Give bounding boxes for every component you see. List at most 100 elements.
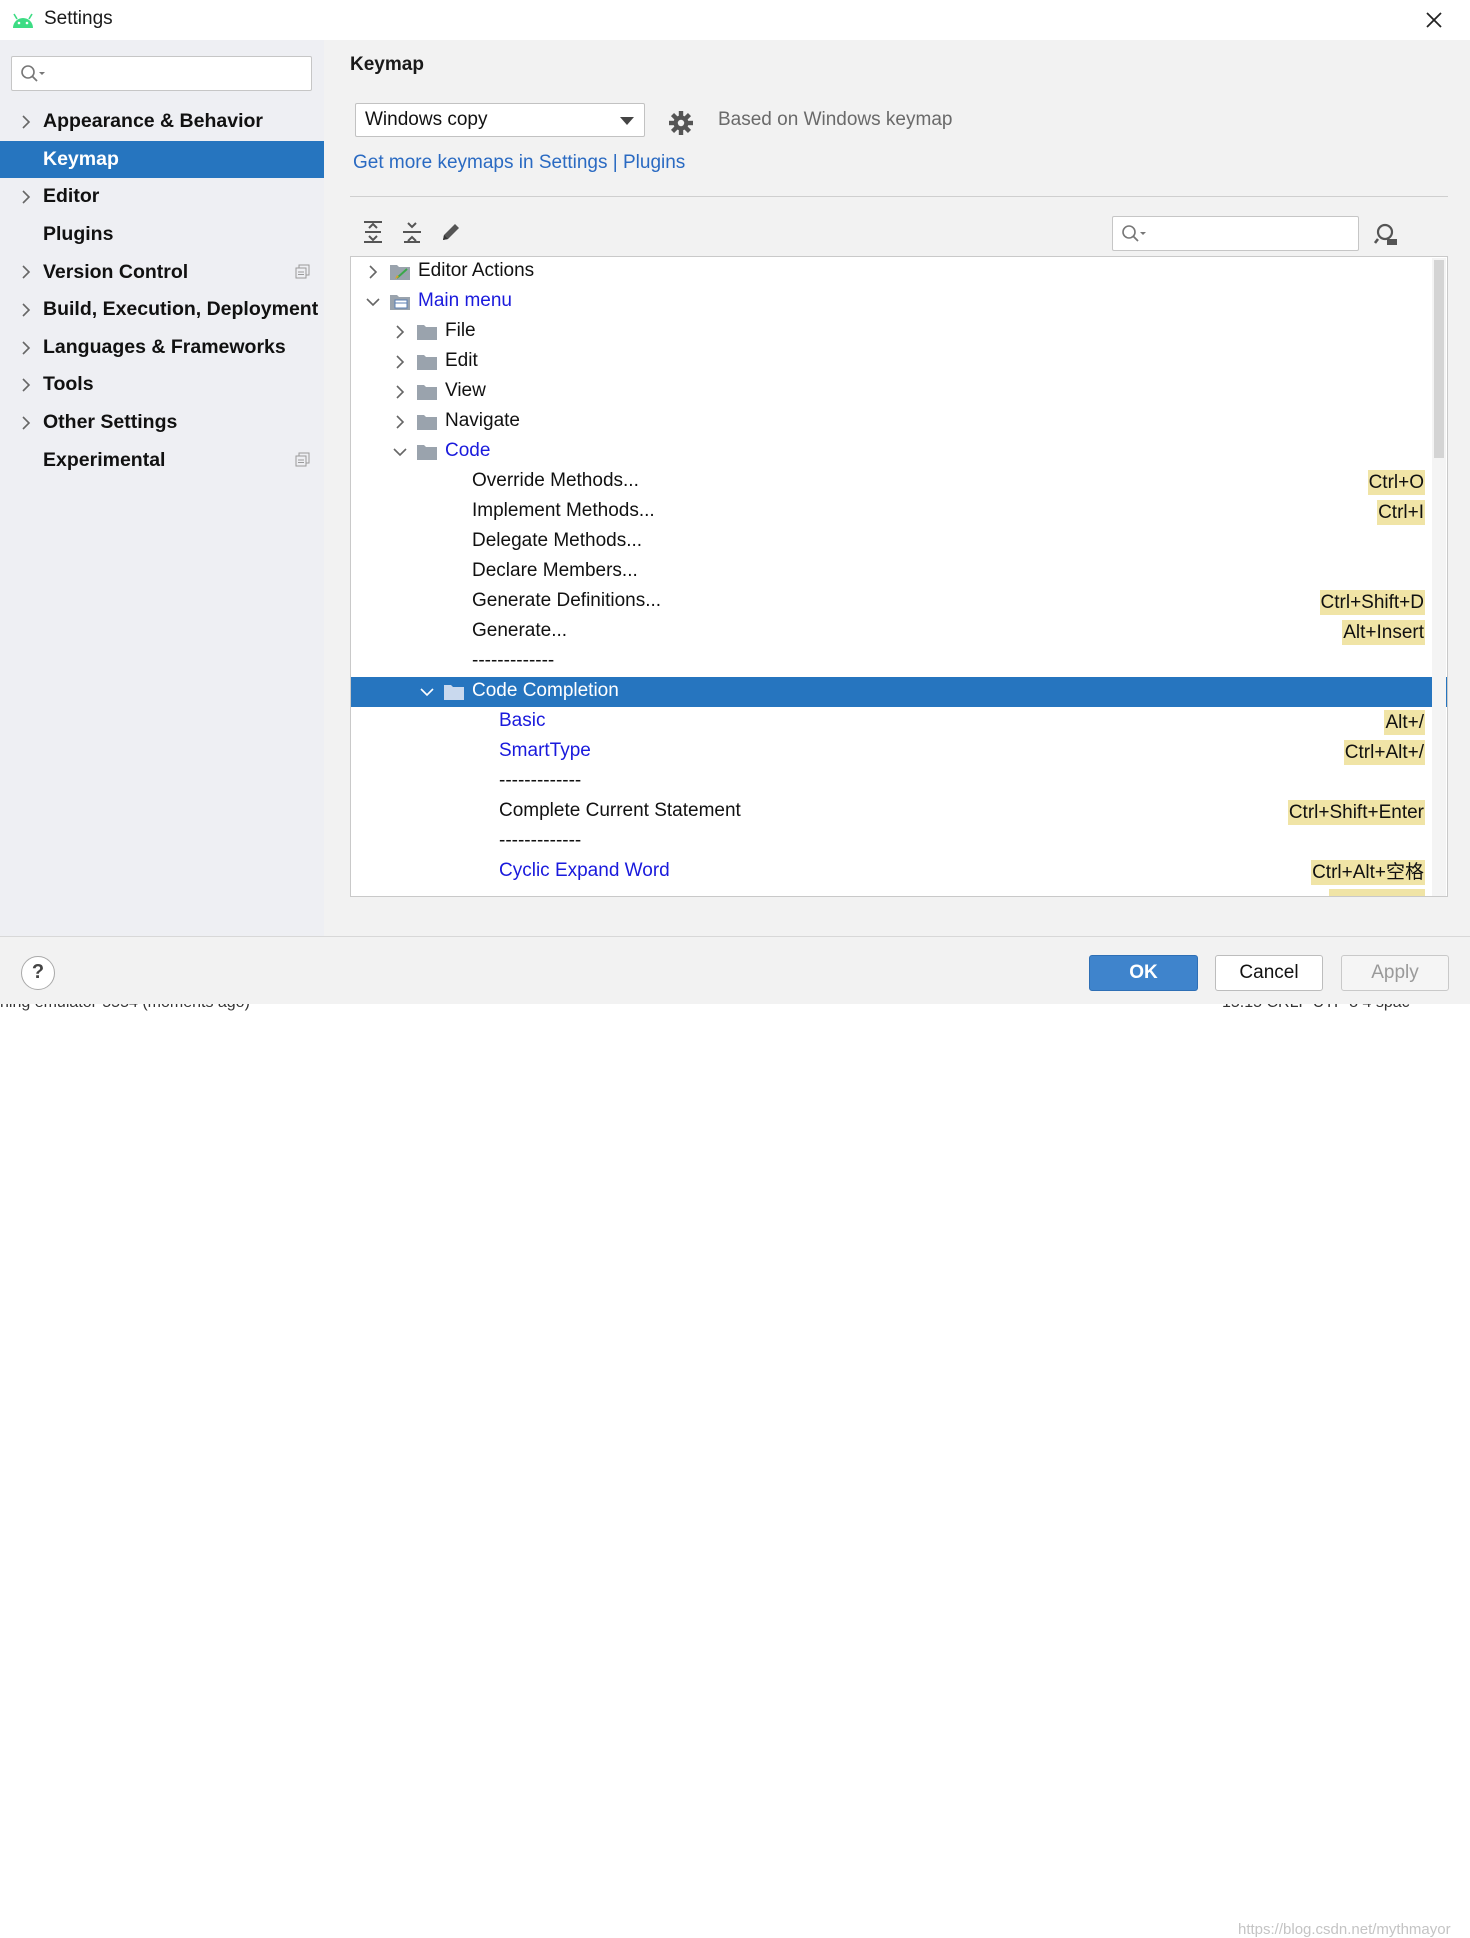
tree-row[interactable]: ------------- <box>351 647 1431 677</box>
tree-row-label: ------------- <box>472 650 555 671</box>
folder-icon <box>444 685 464 700</box>
window-title: Settings <box>44 8 113 29</box>
tree-row[interactable]: Main menu <box>351 287 1431 317</box>
tree-row[interactable]: Complete Current Statement Ctrl+Shift+Ent… <box>351 797 1431 827</box>
tree-row[interactable]: View <box>351 377 1431 407</box>
help-icon: ? <box>31 961 45 983</box>
ok-button[interactable]: OK <box>1089 955 1198 991</box>
tree-row[interactable]: Implement Methods... Ctrl+I <box>351 497 1431 527</box>
tree-row[interactable]: Navigate <box>351 407 1431 437</box>
sidebar-item[interactable]: Appearance & Behavior <box>0 103 324 141</box>
tree-row-label: Code Completion <box>472 680 619 701</box>
status-right-text: 15:15 CRLF UTF-8 4 spac <box>1222 1004 1410 1012</box>
settings-nav-tree: Appearance & Behavior Keymap Editor Plugins… <box>0 103 324 479</box>
edit-pencil-icon[interactable] <box>439 220 463 244</box>
apply-button[interactable]: Apply <box>1341 955 1449 991</box>
tree-row-label: Code <box>445 440 491 461</box>
tree-row[interactable]: Override Methods... Ctrl+O <box>351 467 1431 497</box>
folder-icon <box>417 445 437 460</box>
gear-icon[interactable] <box>668 110 694 136</box>
editor-actions-icon <box>390 265 410 280</box>
tree-row[interactable]: Cyclic Expand Word Ctrl+Alt+空格 <box>351 857 1431 887</box>
sidebar-item[interactable]: Experimental <box>0 441 324 479</box>
sidebar-item[interactable]: Other Settings <box>0 404 324 442</box>
tree-row[interactable]: ------------- <box>351 827 1431 857</box>
cancel-button[interactable]: Cancel <box>1215 955 1323 991</box>
scrollbar-thumb[interactable] <box>1434 260 1444 458</box>
get-more-keymaps-link[interactable]: Get more keymaps in Settings | Plugins <box>353 152 685 174</box>
chevron-right-icon[interactable] <box>392 384 408 400</box>
keymap-search-field[interactable] <box>1112 216 1359 251</box>
settings-search-field[interactable] <box>11 56 312 91</box>
folder-icon <box>417 385 437 400</box>
page-title: Keymap <box>350 54 424 75</box>
expand-all-icon[interactable] <box>361 220 385 244</box>
chevron-down-icon[interactable] <box>365 294 381 310</box>
tree-row[interactable]: Edit <box>351 347 1431 377</box>
sidebar-item[interactable]: Plugins <box>0 216 324 254</box>
shortcut-badge: Ctrl+Shift+D <box>1319 590 1425 615</box>
chevron-right-icon[interactable] <box>18 415 34 431</box>
chevron-down-icon[interactable] <box>419 684 435 700</box>
chevron-down-icon[interactable] <box>392 444 408 460</box>
title-bar: Settings <box>0 0 1470 40</box>
sidebar-item-label: Keymap <box>43 147 119 170</box>
tree-row[interactable]: Editor Actions <box>351 257 1431 287</box>
tree-row[interactable]: SmartType Ctrl+Alt+/ <box>351 737 1431 767</box>
settings-sidebar: Appearance & Behavior Keymap Editor Plugins… <box>0 40 324 936</box>
collapse-all-icon[interactable] <box>400 220 424 244</box>
tree-row-label: Main menu <box>418 290 512 311</box>
folder-icon <box>417 355 437 370</box>
tree-row-label: Basic <box>499 710 546 731</box>
chevron-right-icon[interactable] <box>18 114 34 130</box>
shortcut-badge: Ctrl+Shift+Enter <box>1287 800 1425 825</box>
tree-vertical-scrollbar[interactable] <box>1432 258 1446 896</box>
chevron-right-icon[interactable] <box>18 302 34 318</box>
settings-search-input[interactable] <box>52 61 302 87</box>
tree-row[interactable]: Code <box>351 437 1431 467</box>
watermark: https://blog.csdn.net/mythmayor <box>1238 1921 1451 1938</box>
tree-row-label: Delegate Methods... <box>472 530 643 551</box>
search-icon <box>1122 225 1146 242</box>
chevron-right-icon[interactable] <box>18 264 34 280</box>
chevron-right-icon[interactable] <box>18 377 34 393</box>
tree-row[interactable]: Generate... Alt+Insert <box>351 617 1431 647</box>
tree-row-label: Declare Members... <box>472 560 638 581</box>
chevron-right-icon[interactable] <box>392 354 408 370</box>
help-button[interactable]: ? <box>21 956 55 990</box>
sidebar-item[interactable]: Version Control <box>0 253 324 291</box>
folder-icon <box>417 415 437 430</box>
sidebar-item[interactable]: Keymap <box>0 140 324 179</box>
tree-row-label: View <box>445 380 486 401</box>
main-menu-icon <box>390 295 410 310</box>
sidebar-item[interactable]: Tools <box>0 366 324 404</box>
tree-row[interactable]: Declare Members... <box>351 557 1431 587</box>
tree-row[interactable]: Generate Definitions... Ctrl+Shift+D <box>351 587 1431 617</box>
tree-row[interactable]: Basic Alt+/ <box>351 707 1431 737</box>
tree-row[interactable]: Code Completion <box>351 677 1447 707</box>
sidebar-item-label: Version Control <box>43 260 189 283</box>
tree-row[interactable]: Delegate Methods... <box>351 527 1431 557</box>
find-by-shortcut-icon[interactable] <box>1374 222 1398 246</box>
sidebar-item[interactable]: Editor <box>0 178 324 216</box>
tree-row[interactable]: ------------- <box>351 767 1431 797</box>
chevron-right-icon[interactable] <box>365 264 381 280</box>
chevron-right-icon[interactable] <box>18 189 34 205</box>
close-icon[interactable] <box>1420 6 1448 34</box>
chevron-right-icon[interactable] <box>18 340 34 356</box>
tree-row-label: ------------- <box>499 830 582 851</box>
sidebar-item[interactable]: Languages & Frameworks <box>0 329 324 367</box>
sidebar-item[interactable]: Build, Execution, Deployment <box>0 291 324 329</box>
chevron-right-icon[interactable] <box>392 324 408 340</box>
keymap-dropdown[interactable]: Windows copy <box>355 103 645 137</box>
status-left-text: ning emulator-5554 (moments ago) <box>0 1004 250 1012</box>
android-icon <box>13 13 33 28</box>
chevron-right-icon[interactable] <box>392 414 408 430</box>
settings-dialog: Settings Appearance & Behavior Keymap Edit… <box>0 0 1470 1938</box>
keymap-search-input[interactable] <box>1151 221 1351 247</box>
tree-row-label: Edit <box>445 350 478 371</box>
sidebar-item-label: Plugins <box>43 223 114 246</box>
tree-row[interactable]: File <box>351 317 1431 347</box>
tree-row-label: Implement Methods... <box>472 500 655 521</box>
separator <box>350 196 1448 197</box>
